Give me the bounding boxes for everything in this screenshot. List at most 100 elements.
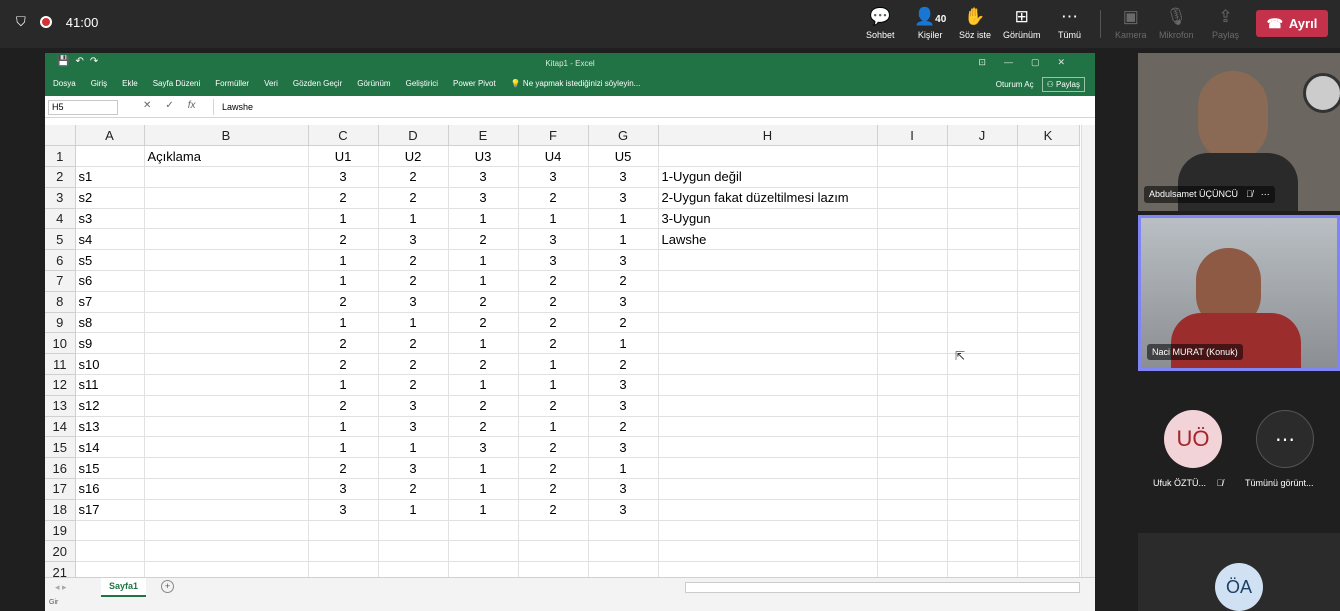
cell[interactable] (947, 166, 1018, 188)
column-header[interactable]: H (658, 125, 878, 147)
excel-share-button[interactable]: ⚇ Paylaş (1041, 77, 1085, 92)
cell[interactable] (947, 478, 1018, 500)
cell[interactable] (144, 270, 309, 292)
cell[interactable]: 1 (588, 208, 659, 230)
row-header[interactable]: 4 (45, 208, 76, 230)
cell[interactable] (877, 208, 948, 230)
cell[interactable] (1017, 249, 1080, 272)
cell[interactable] (308, 520, 379, 542)
cell[interactable]: 1 (308, 436, 379, 459)
cell[interactable] (877, 478, 948, 500)
row-header[interactable]: 17 (45, 478, 76, 500)
cell[interactable] (1017, 374, 1080, 396)
cell[interactable]: 2 (448, 228, 519, 251)
row-header[interactable]: 10 (45, 332, 76, 355)
cell[interactable]: 3 (448, 187, 519, 209)
ribbon-tab[interactable]: Dosya (53, 79, 76, 88)
name-box[interactable]: H5 (48, 100, 118, 115)
cell[interactable] (877, 270, 948, 292)
cell[interactable] (658, 540, 878, 563)
cell[interactable] (1017, 540, 1080, 563)
cell[interactable]: s13 (75, 416, 145, 438)
cell[interactable] (947, 457, 1018, 480)
ribbon-tab[interactable]: Görünüm (357, 79, 390, 88)
ribbon-tab[interactable]: Veri (264, 79, 278, 88)
row-header[interactable]: 2 (45, 166, 76, 188)
cell[interactable] (144, 291, 309, 313)
cell[interactable]: s3 (75, 208, 145, 230)
cell[interactable] (877, 228, 948, 251)
cell[interactable]: 2 (378, 478, 449, 500)
cancel-icon[interactable]: ✕ (143, 100, 151, 111)
cell[interactable] (658, 145, 878, 168)
cell[interactable] (144, 374, 309, 396)
raise-hand-button[interactable]: ✋ Söz iste (959, 6, 991, 40)
cell[interactable]: 1 (448, 374, 519, 396)
cell[interactable] (378, 520, 449, 542)
cell[interactable] (144, 395, 309, 417)
cell[interactable]: 2 (308, 187, 379, 209)
cell[interactable]: s1 (75, 166, 145, 188)
cell[interactable] (1017, 457, 1080, 480)
cell[interactable] (144, 332, 309, 355)
cell[interactable]: 1 (378, 312, 449, 334)
cell[interactable]: 3 (588, 187, 659, 209)
cell[interactable]: s7 (75, 291, 145, 313)
cell[interactable]: 2 (308, 395, 379, 417)
row-header[interactable]: 13 (45, 395, 76, 417)
row-header[interactable]: 20 (45, 540, 76, 563)
leave-button[interactable]: ☎ Ayrıl (1256, 10, 1328, 37)
cell[interactable]: 3 (308, 478, 379, 500)
column-header[interactable]: D (378, 125, 449, 147)
cell[interactable]: 2 (518, 291, 589, 313)
cell[interactable]: 2 (518, 457, 589, 480)
cell[interactable]: 1 (378, 499, 449, 521)
cell[interactable] (144, 312, 309, 334)
cell[interactable] (1017, 228, 1080, 251)
cell[interactable]: 2 (308, 228, 379, 251)
row-header[interactable]: 1 (45, 145, 76, 168)
cell[interactable]: 3 (588, 166, 659, 188)
cell[interactable]: 1 (448, 249, 519, 272)
cell[interactable]: 3 (378, 416, 449, 438)
cell[interactable]: 3 (448, 166, 519, 188)
cell[interactable] (877, 291, 948, 313)
cell[interactable]: 2 (378, 166, 449, 188)
cell[interactable]: 1 (518, 208, 589, 230)
row-header[interactable]: 19 (45, 520, 76, 542)
column-header[interactable]: A (75, 125, 145, 147)
cell[interactable] (877, 353, 948, 376)
cell[interactable] (877, 332, 948, 355)
cell[interactable]: 1 (588, 228, 659, 251)
cell[interactable] (658, 270, 878, 292)
cell[interactable] (378, 540, 449, 563)
cell[interactable] (144, 520, 309, 542)
camera-button[interactable]: ▣ Kamera (1115, 6, 1147, 40)
cell[interactable] (1017, 395, 1080, 417)
row-header[interactable]: 6 (45, 249, 76, 272)
cell[interactable]: 2 (448, 395, 519, 417)
cell[interactable] (75, 520, 145, 542)
cell[interactable]: U3 (448, 145, 519, 168)
cell[interactable]: Açıklama (144, 145, 309, 168)
cell[interactable] (658, 395, 878, 417)
ribbon-tab[interactable]: Ekle (122, 79, 138, 88)
cell[interactable]: 2 (308, 353, 379, 376)
cell[interactable] (877, 249, 948, 272)
cell[interactable]: 2 (518, 270, 589, 292)
cell[interactable] (75, 540, 145, 563)
row-header[interactable]: 7 (45, 270, 76, 292)
column-header[interactable]: B (144, 125, 309, 147)
cell[interactable] (144, 228, 309, 251)
cell[interactable] (144, 208, 309, 230)
cell[interactable]: 2 (448, 416, 519, 438)
row-header[interactable]: 12 (45, 374, 76, 396)
cell[interactable]: 1 (588, 332, 659, 355)
cell[interactable] (588, 520, 659, 542)
cell[interactable]: 2 (588, 270, 659, 292)
ribbon-tab[interactable]: Geliştirici (406, 79, 438, 88)
cell[interactable] (1017, 416, 1080, 438)
cell[interactable]: 3 (588, 395, 659, 417)
cell[interactable] (947, 228, 1018, 251)
cell[interactable] (877, 499, 948, 521)
